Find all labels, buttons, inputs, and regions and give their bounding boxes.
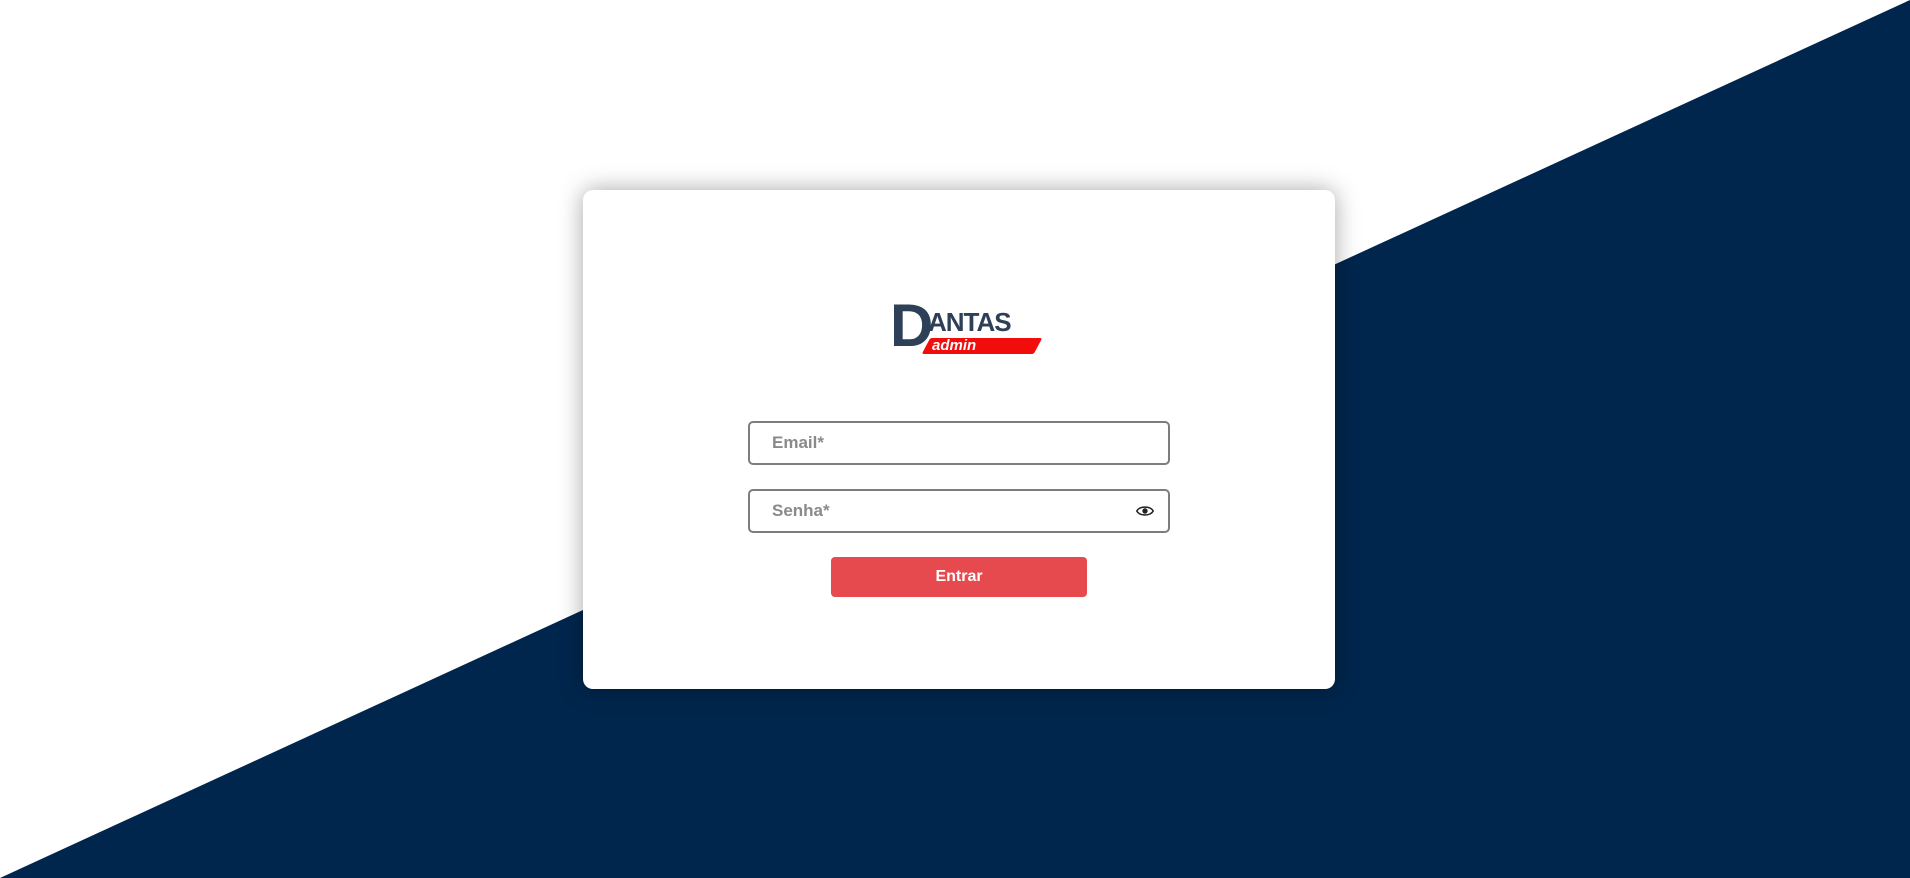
eye-icon[interactable] <box>1135 503 1155 519</box>
password-field[interactable] <box>750 491 1168 531</box>
logo-subtitle: admin <box>932 337 977 354</box>
submit-button[interactable]: Entrar <box>831 557 1087 597</box>
brand-logo: D ANTAS admin <box>888 296 1043 360</box>
logo-initial: D <box>890 292 933 359</box>
password-field-wrapper <box>748 489 1170 533</box>
email-field[interactable] <box>750 423 1168 463</box>
logo-wordmark: ANTAS <box>928 307 1012 337</box>
login-card: D ANTAS admin Entrar <box>583 190 1335 689</box>
email-field-wrapper <box>748 421 1170 465</box>
login-page: D ANTAS admin Entrar <box>0 0 1910 878</box>
